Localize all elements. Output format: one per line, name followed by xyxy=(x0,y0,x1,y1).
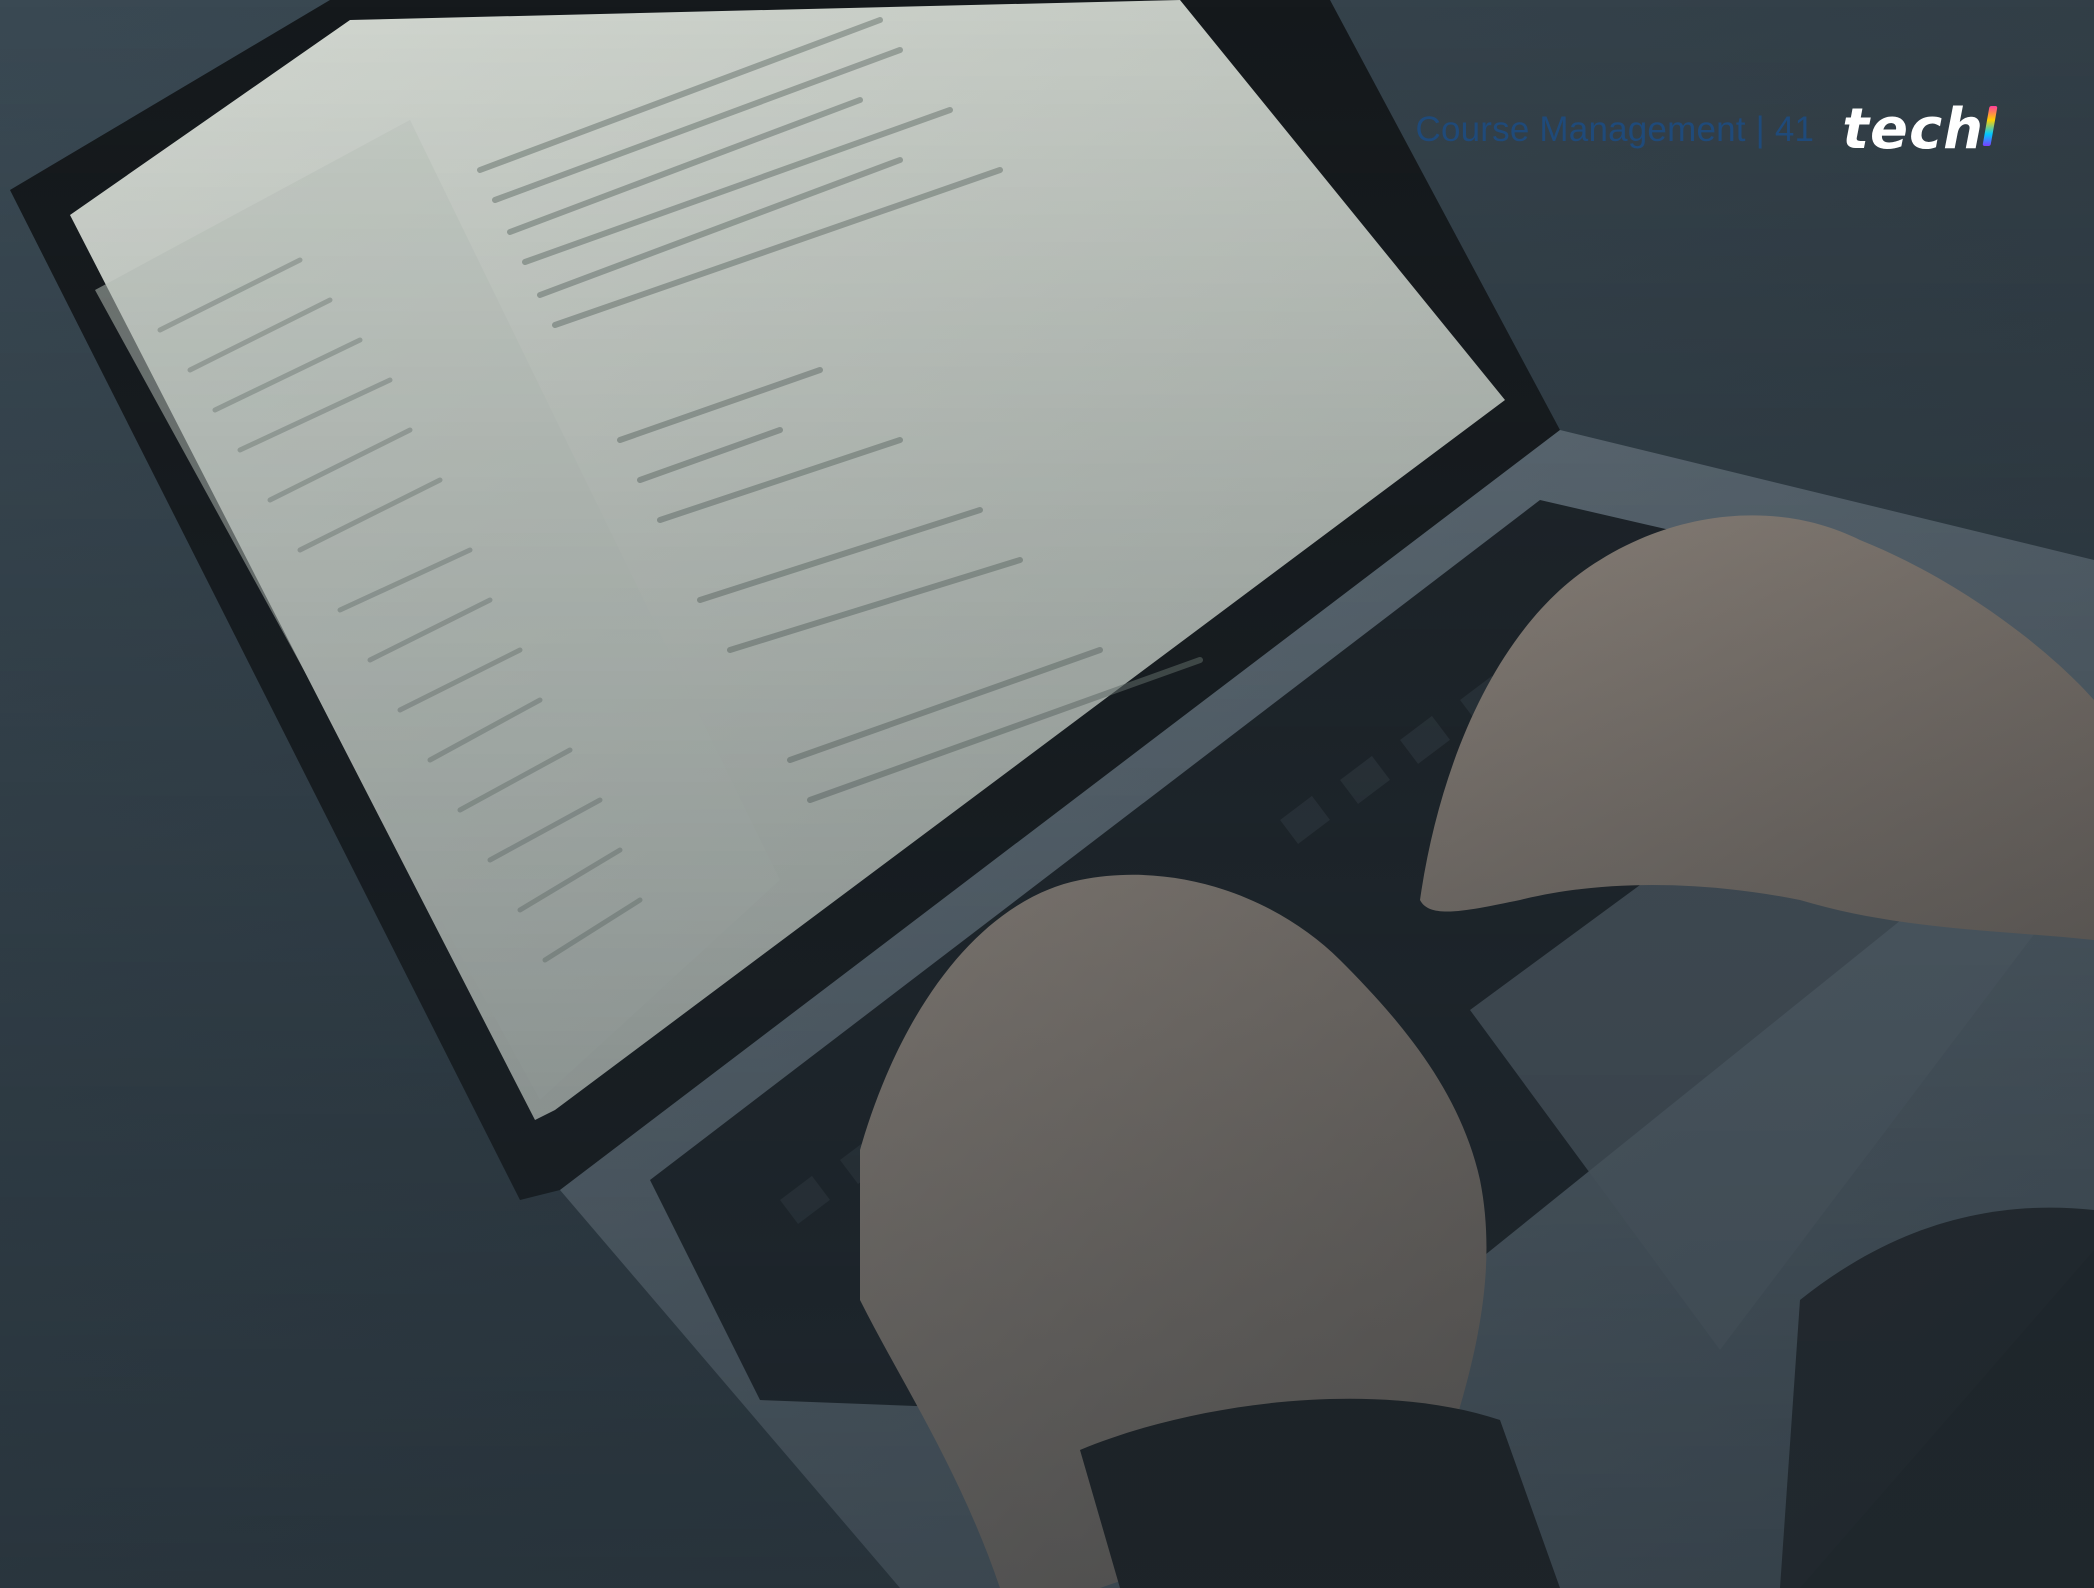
laptop-photo xyxy=(0,0,2094,1588)
logo-text: tech xyxy=(1842,97,1984,162)
photo-shade-overlay xyxy=(0,0,2094,1588)
brochure-page: Course Management | 41 tech xyxy=(0,0,2094,1588)
page-header: Course Management | 41 tech xyxy=(1415,98,1998,162)
running-head: Course Management | 41 xyxy=(1415,110,1815,149)
tech-logo: tech xyxy=(1842,102,1998,158)
